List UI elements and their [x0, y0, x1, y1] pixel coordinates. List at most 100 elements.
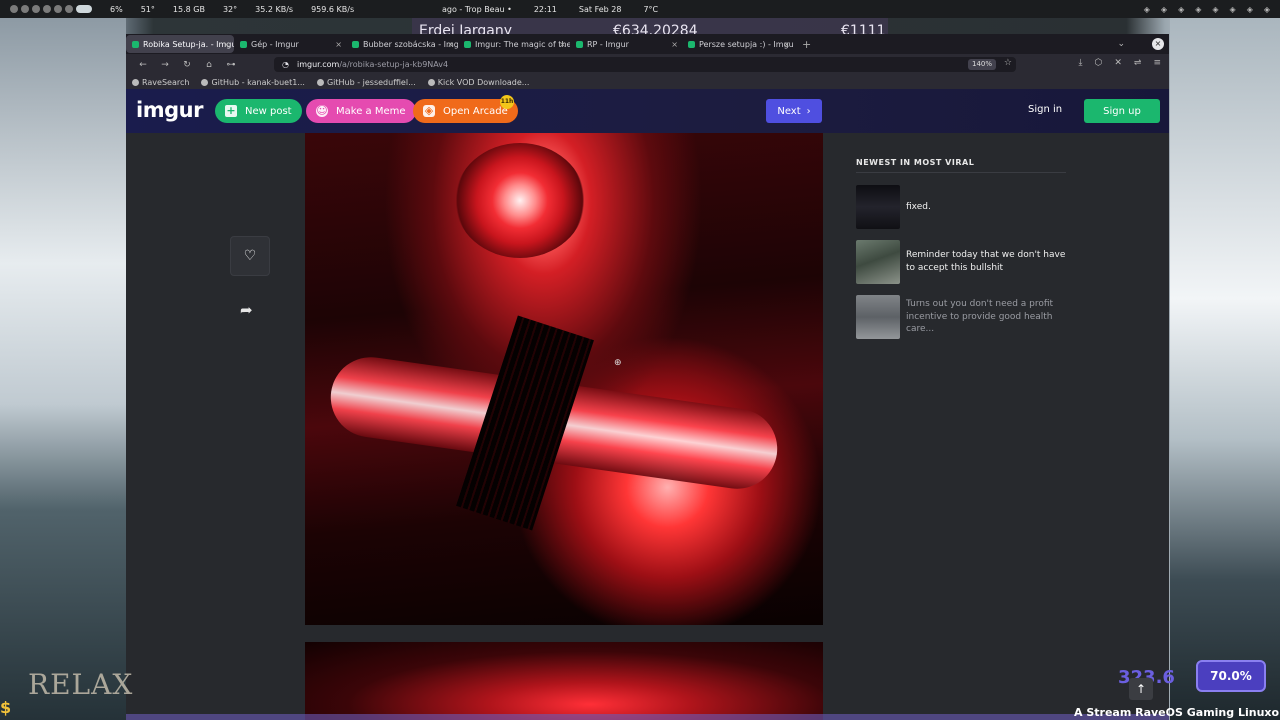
- chevron-right-icon: ›: [806, 105, 811, 117]
- tray-icon[interactable]: ◈: [1178, 5, 1184, 14]
- navigation-bar: ← → ↻ ⌂ ⊶ ◔ imgur.com/a/robika-setup-ja-…: [126, 54, 1169, 75]
- relax-watermark: RELAX: [28, 668, 134, 701]
- sign-in-link[interactable]: Sign in: [1028, 104, 1062, 115]
- close-icon[interactable]: ×: [335, 40, 342, 49]
- next-button[interactable]: Next ›: [766, 99, 822, 123]
- bookmark-item[interactable]: RaveSearch: [132, 78, 189, 87]
- close-icon[interactable]: ×: [447, 40, 454, 49]
- post-image[interactable]: ⊕: [305, 133, 823, 625]
- imgur-page: imgur + New post ☺ Make a Meme ◈ Open Ar…: [126, 89, 1169, 720]
- tab-rp[interactable]: RP - Imgur ×: [570, 35, 682, 53]
- workspace-dot[interactable]: [10, 5, 18, 13]
- cpu-usage: 6%: [110, 4, 123, 14]
- tab-label: Imgur: The magic of the: [475, 39, 570, 49]
- system-panel: 6% 51° 15.8 GB 32° 35.2 KB/s 959.6 KB/s …: [0, 0, 1280, 18]
- workspace-dot[interactable]: [21, 5, 29, 13]
- wallpaper-left: [0, 18, 126, 720]
- net-down: 35.2 KB/s: [255, 4, 294, 14]
- tab-list-chevron-icon[interactable]: ⌄: [1117, 39, 1125, 49]
- home-icon[interactable]: ⌂: [204, 60, 214, 70]
- music-player[interactable]: ago - Trop Beau •: [442, 5, 512, 14]
- menu-hamburger-icon[interactable]: ≡: [1153, 58, 1161, 68]
- post-image-second[interactable]: [305, 642, 823, 720]
- tab-bubber[interactable]: Bubber szobácska - Img ×: [346, 35, 458, 53]
- workspace-dot[interactable]: [65, 5, 73, 13]
- bookmark-item[interactable]: GitHub - jesseduffiel...: [316, 78, 416, 87]
- tray-icon[interactable]: ◈: [1264, 5, 1270, 14]
- make-meme-button[interactable]: ☺ Make a Meme: [306, 99, 416, 123]
- sync-icon[interactable]: ⇌: [1134, 58, 1142, 68]
- desktop: 6% 51° 15.8 GB 32° 35.2 KB/s 959.6 KB/s …: [0, 0, 1280, 720]
- close-icon[interactable]: ×: [783, 40, 790, 49]
- viral-thumbnail[interactable]: [856, 240, 900, 284]
- back-arrow-icon[interactable]: ←: [138, 60, 148, 70]
- workspace-dot-active[interactable]: [76, 5, 92, 13]
- viral-title[interactable]: Turns out you don't need a profit incent…: [906, 298, 1068, 336]
- tray-icon[interactable]: ◈: [1144, 5, 1150, 14]
- forward-arrow-icon[interactable]: →: [160, 60, 170, 70]
- reload-icon[interactable]: ↻: [182, 60, 192, 70]
- close-icon[interactable]: ×: [223, 40, 230, 49]
- tab-magic[interactable]: Imgur: The magic of the ×: [458, 35, 570, 53]
- imgur-favicon-icon: [352, 40, 359, 48]
- post-image-fan: [455, 143, 585, 258]
- sidebar-title: NEWEST IN MOST VIRAL: [856, 158, 975, 167]
- heart-icon[interactable]: ♡: [230, 236, 270, 276]
- tab-bar: Robika Setup-ja. - Imgur × Gép - Imgur ×…: [126, 34, 1169, 54]
- tray-icon[interactable]: ◈: [1230, 5, 1236, 14]
- percent-widget: 70.0%: [1196, 660, 1266, 692]
- tray-icon[interactable]: ◈: [1212, 5, 1218, 14]
- github-icon: [201, 78, 209, 86]
- tab-robika-setup[interactable]: Robika Setup-ja. - Imgur ×: [126, 35, 234, 53]
- new-tab-plus-icon[interactable]: +: [802, 38, 811, 51]
- extensions-puzzle-icon[interactable]: ⊶: [226, 60, 236, 70]
- meme-face-icon: ☺: [316, 104, 328, 117]
- address-bar[interactable]: ◔ imgur.com/a/robika-setup-ja-kb9NAv4 14…: [274, 57, 1016, 72]
- tray-icon[interactable]: ◈: [1195, 5, 1201, 14]
- bookmark-star-icon[interactable]: ☆: [1004, 58, 1012, 68]
- plus-icon: +: [225, 104, 237, 117]
- workspace-dot[interactable]: [32, 5, 40, 13]
- viral-title[interactable]: Reminder today that we don't have to acc…: [906, 249, 1068, 274]
- download-icon[interactable]: ⤓: [1079, 58, 1083, 68]
- extension-icon[interactable]: ⬡: [1095, 58, 1103, 68]
- url-host: imgur.com: [296, 60, 340, 69]
- window-close-icon[interactable]: ×: [1152, 38, 1164, 50]
- folder-icon: [132, 78, 139, 86]
- viral-item[interactable]: Turns out you don't need a profit incent…: [856, 295, 1066, 339]
- clock[interactable]: 22:11: [534, 5, 557, 14]
- viral-item[interactable]: Reminder today that we don't have to acc…: [856, 240, 1066, 284]
- tab-gep[interactable]: Gép - Imgur ×: [234, 35, 346, 53]
- system-tray: ◈ ◈ ◈ ◈ ◈ ◈ ◈ ◈: [1144, 5, 1270, 14]
- tab-label: RP - Imgur: [587, 39, 629, 49]
- imgur-favicon-icon: [576, 40, 583, 48]
- tray-icon[interactable]: ◈: [1161, 5, 1167, 14]
- workspace-dot[interactable]: [43, 5, 51, 13]
- workspace-switcher[interactable]: [10, 5, 92, 13]
- tab-label: Bubber szobácska - Img: [363, 39, 458, 49]
- close-icon[interactable]: ×: [671, 40, 678, 49]
- tab-persze[interactable]: Persze setupja :) - Imgu ×: [682, 35, 794, 53]
- close-icon[interactable]: ×: [559, 40, 566, 49]
- tray-icon[interactable]: ◈: [1247, 5, 1253, 14]
- viral-thumbnail[interactable]: [856, 295, 900, 339]
- viral-item[interactable]: fixed.: [856, 185, 1066, 229]
- bookmark-item[interactable]: Kick VOD Downloade...: [427, 78, 529, 87]
- share-arrow-icon[interactable]: ➦: [240, 301, 253, 319]
- addon-icon[interactable]: ✕: [1114, 58, 1122, 68]
- viral-title[interactable]: fixed.: [906, 201, 1068, 214]
- viral-thumbnail[interactable]: [856, 185, 900, 229]
- new-post-button[interactable]: + New post: [215, 99, 302, 123]
- weather[interactable]: 7°C: [643, 5, 658, 14]
- shield-icon[interactable]: ◔: [282, 60, 289, 69]
- github-icon: [316, 78, 324, 86]
- globe-icon: [427, 78, 435, 86]
- imgur-logo[interactable]: imgur: [136, 98, 203, 122]
- stream-bottom-strip: [126, 714, 1169, 720]
- scroll-to-top-arrow-icon[interactable]: ↑: [1129, 678, 1153, 700]
- workspace-dot[interactable]: [54, 5, 62, 13]
- zoom-level[interactable]: 140%: [967, 59, 996, 70]
- bookmark-item[interactable]: GitHub - kanak-buet1...: [201, 78, 305, 87]
- sign-up-button[interactable]: Sign up: [1084, 99, 1160, 123]
- date[interactable]: Sat Feb 28: [579, 5, 622, 14]
